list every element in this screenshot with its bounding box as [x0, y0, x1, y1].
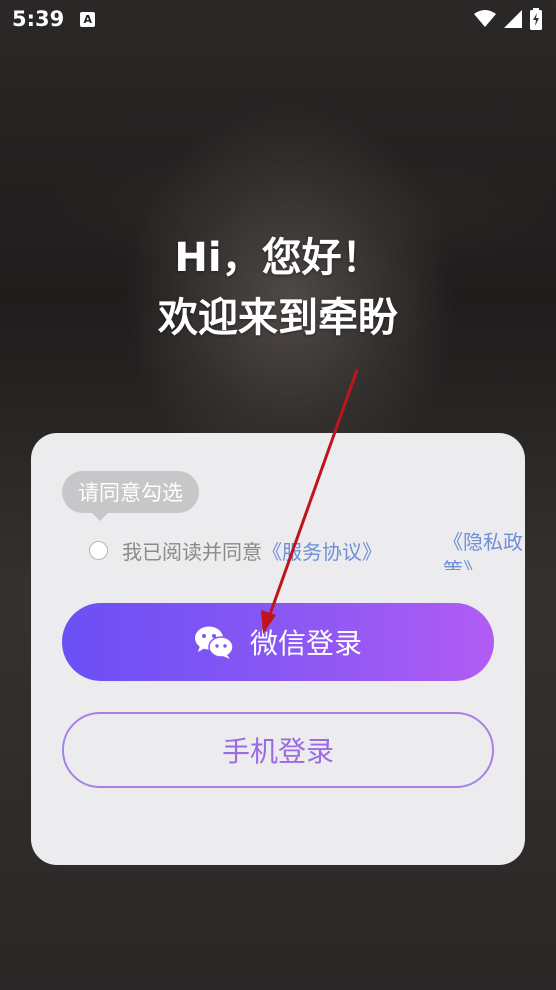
phone-login-label: 手机登录	[221, 735, 334, 768]
phone-login-button[interactable]: 手机登录	[62, 712, 494, 788]
signal-icon	[504, 10, 522, 28]
wechat-icon	[194, 626, 234, 659]
battery-charging-icon	[530, 8, 542, 30]
greeting-welcome: 欢迎来到牵盼	[158, 295, 398, 341]
notification-icon: A	[80, 11, 96, 27]
terms-link[interactable]: 《服务协议》	[262, 536, 382, 565]
wifi-icon	[474, 10, 496, 27]
status-bar: 5:39 A	[0, 0, 556, 38]
wechat-login-button[interactable]: 微信登录	[62, 603, 494, 681]
status-time: 5:39	[12, 7, 65, 31]
login-card: 请同意勾选 我已阅读并同意 《服务协议》 《隐私政策》 微信登录 手机登录	[31, 433, 525, 865]
privacy-link[interactable]: 《隐私政策》	[443, 528, 527, 570]
greeting-hello: Hi，您好！	[174, 235, 382, 281]
agree-checkbox[interactable]	[89, 541, 108, 560]
wechat-login-label: 微信登录	[249, 627, 362, 660]
welcome-greeting: Hi，您好！ 欢迎来到牵盼	[0, 228, 556, 348]
agreement-row: 我已阅读并同意 《服务协议》	[89, 536, 382, 565]
agree-tooltip: 请同意勾选	[62, 471, 199, 521]
agreement-text: 我已阅读并同意	[122, 540, 262, 564]
